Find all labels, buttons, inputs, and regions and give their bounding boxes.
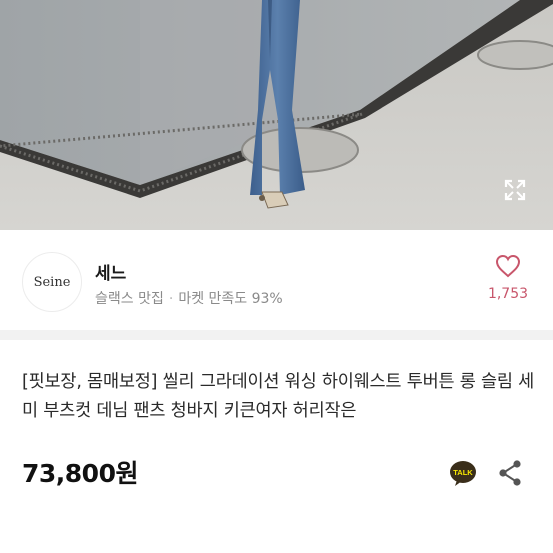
heart-icon [495,254,521,278]
share-button[interactable] [497,459,523,487]
seller-tagline: 슬랙스 맛집 [95,291,164,307]
kakao-talk-icon: TALK [450,461,476,486]
seller-name[interactable]: 세느 [95,259,126,284]
product-price: 73,800원 [22,459,138,488]
seller-info: Seine 세느 슬랙스 맛집 · 마켓 만족도 93% 1,753 [0,230,553,330]
product-title: [핏보장, 몸매보정] 씰리 그라데이션 워싱 하이웨스트 투버튼 롱 슬림 세… [22,372,535,421]
market-satisfaction: 마켓 만족도 93% [178,291,283,307]
product-photo[interactable] [0,0,553,230]
product-photo-illustration [0,0,553,230]
talk-label: TALK [453,468,473,477]
separator-dot: · [168,291,174,307]
seller-logo[interactable]: Seine [22,252,82,312]
seller-logo-text: Seine [33,274,71,290]
expand-icon[interactable] [503,178,527,202]
kakao-talk-button[interactable]: TALK [449,459,477,487]
seller-meta: 슬랙스 맛집 · 마켓 만족도 93% [95,288,283,308]
like-button[interactable]: 1,753 [483,254,533,302]
like-count: 1,753 [487,286,529,302]
section-divider [0,330,553,340]
page-bottom [0,538,553,553]
share-icon [499,460,521,486]
